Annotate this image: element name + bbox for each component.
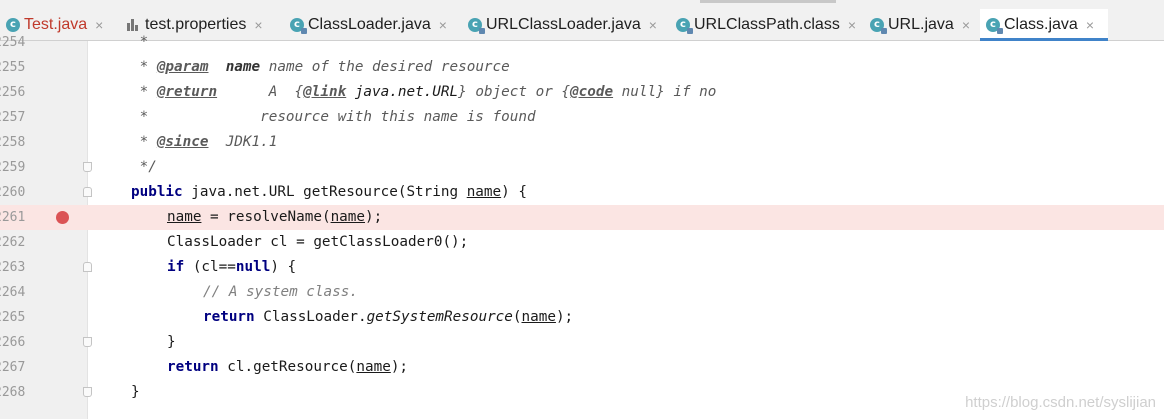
code-line[interactable]: name = resolveName(name); [167, 205, 382, 230]
java-class-icon: c [290, 18, 307, 34]
line-number[interactable]: 2263 [0, 255, 40, 280]
code-line[interactable]: * resource with this name is found [131, 105, 536, 130]
code-line[interactable]: return cl.getResource(name); [167, 355, 408, 380]
line-number[interactable]: 2260 [0, 180, 40, 205]
tab-class-java[interactable]: c Class.java × [980, 9, 1108, 41]
code-line[interactable]: ClassLoader cl = getClassLoader0(); [167, 230, 468, 255]
close-icon[interactable]: × [254, 17, 262, 33]
fold-end-icon[interactable] [83, 337, 92, 347]
watermark: https://blog.csdn.net/syslijian [965, 394, 1156, 411]
code-line[interactable]: } [167, 330, 176, 355]
line-number[interactable]: 2254 [0, 30, 40, 55]
close-icon[interactable]: × [1086, 17, 1094, 33]
line-number[interactable]: 2266 [0, 330, 40, 355]
fold-end-icon[interactable] [83, 387, 92, 397]
java-class-icon: c [468, 18, 485, 34]
line-number[interactable]: 2255 [0, 55, 40, 80]
tab-label: URL.java [888, 16, 954, 33]
fold-end-icon[interactable] [83, 162, 92, 172]
code-line[interactable]: * @param name name of the desired resour… [131, 55, 510, 80]
code-line[interactable]: * @return A {@link java.net.URL} object … [131, 80, 717, 105]
code-line[interactable]: public java.net.URL getResource(String n… [131, 180, 527, 205]
tab-label: Class.java [1004, 16, 1078, 33]
line-number[interactable]: 2261 [0, 205, 40, 230]
fold-start-icon[interactable] [83, 262, 92, 272]
line-number[interactable]: 2257 [0, 105, 40, 130]
line-number[interactable]: 2268 [0, 380, 40, 405]
tab-urlclassloader-java[interactable]: c URLClassLoader.java × [462, 9, 668, 41]
code-line[interactable]: return ClassLoader.getSystemResource(nam… [203, 305, 573, 330]
editor-tab-bar: c Test.java × test.properties × c ClassL… [0, 0, 1164, 41]
line-number[interactable]: 2259 [0, 155, 40, 180]
line-number[interactable]: 2267 [0, 355, 40, 380]
tab-label: test.properties [145, 16, 247, 33]
java-class-icon: c [986, 18, 1003, 34]
tab-classloader-java[interactable]: c ClassLoader.java × [284, 9, 460, 41]
close-icon[interactable]: × [439, 17, 447, 33]
java-class-icon: c [676, 18, 693, 34]
tab-urlclasspath-class[interactable]: c URLClassPath.class × [670, 9, 862, 41]
tab-url-java[interactable]: c URL.java × [864, 9, 978, 41]
line-number[interactable]: 2256 [0, 80, 40, 105]
code-line[interactable]: // A system class. [203, 280, 358, 305]
tab-label: URLClassPath.class [694, 16, 840, 33]
close-icon[interactable]: × [95, 17, 103, 33]
line-number[interactable]: 2258 [0, 130, 40, 155]
java-class-icon: c [870, 18, 887, 34]
close-icon[interactable]: × [848, 17, 856, 33]
close-icon[interactable]: × [649, 17, 657, 33]
fold-start-icon[interactable] [83, 187, 92, 197]
code-line[interactable]: * @since JDK1.1 [131, 130, 278, 155]
close-icon[interactable]: × [962, 17, 970, 33]
code-line[interactable]: } [131, 380, 140, 405]
line-number[interactable]: 2265 [0, 305, 40, 330]
line-number[interactable]: 2262 [0, 230, 40, 255]
line-number[interactable]: 2264 [0, 280, 40, 305]
tab-label: ClassLoader.java [308, 16, 431, 33]
tab-label: URLClassLoader.java [486, 16, 641, 33]
code-line[interactable]: * [131, 30, 149, 55]
breakpoint-icon[interactable] [56, 211, 69, 224]
code-line[interactable]: if (cl==null) { [167, 255, 296, 280]
scroll-indicator [700, 0, 836, 3]
code-line[interactable]: */ [131, 155, 157, 180]
